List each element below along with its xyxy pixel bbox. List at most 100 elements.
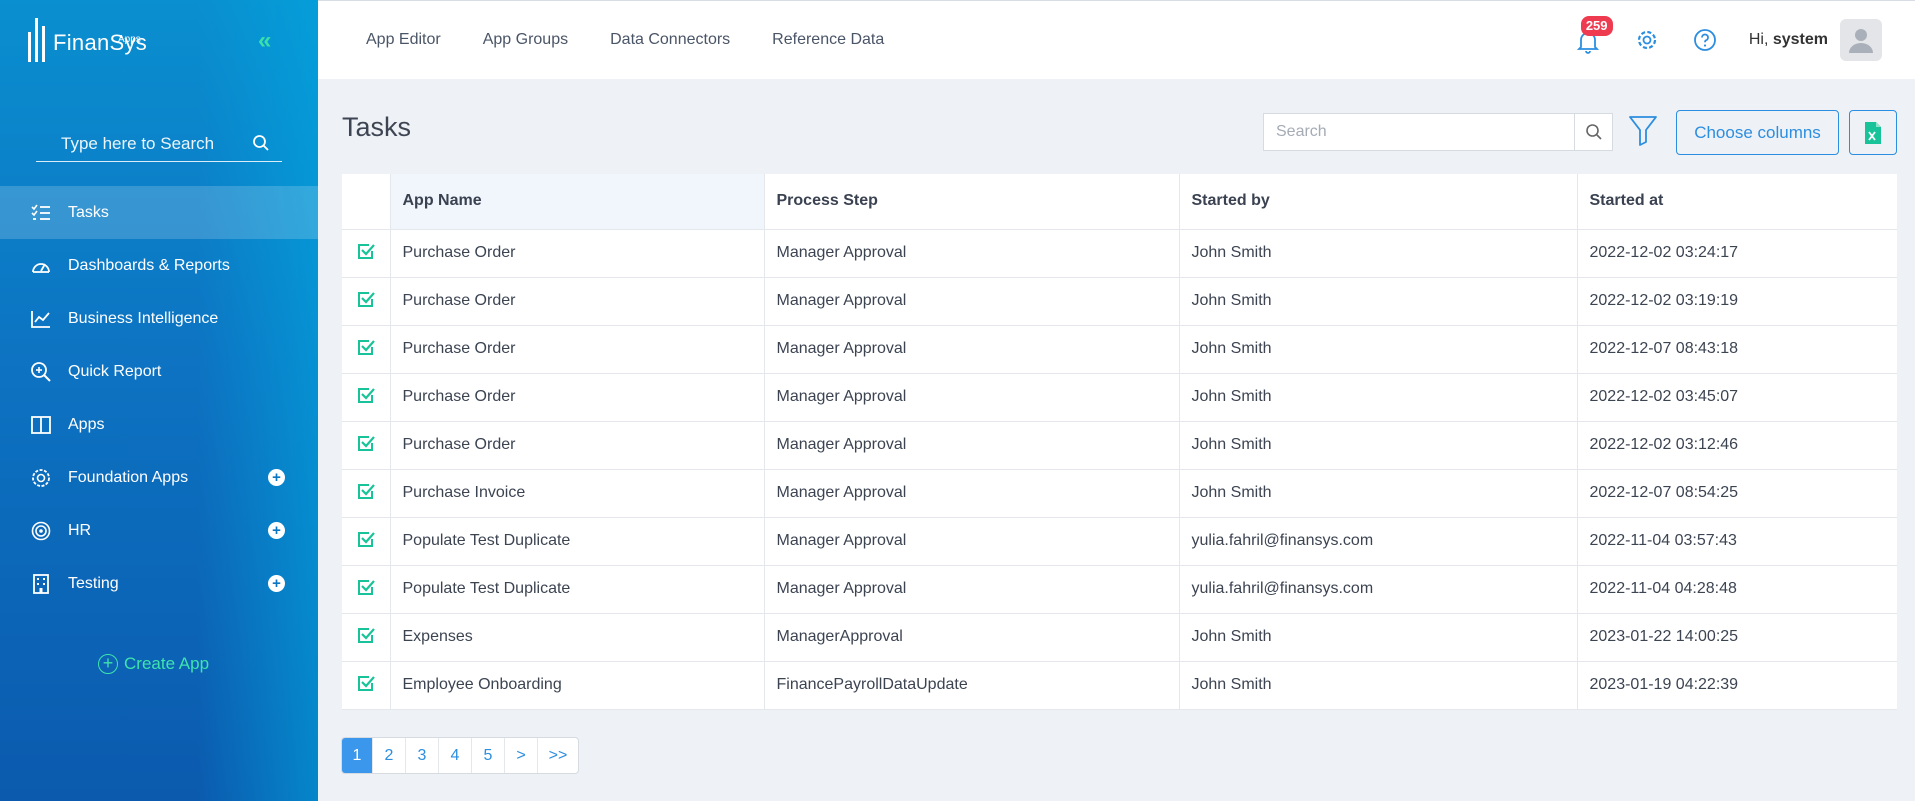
row-checkbox[interactable]	[342, 277, 391, 326]
row-checkbox[interactable]	[342, 469, 391, 518]
column-header-app-name[interactable]: App Name	[390, 174, 765, 230]
next-page-button[interactable]: >	[505, 738, 538, 773]
target-icon	[30, 520, 52, 542]
cell-started-by: John Smith	[1179, 421, 1578, 470]
export-excel-button[interactable]	[1849, 110, 1897, 155]
column-header-started-at[interactable]: Started at	[1577, 174, 1897, 230]
row-checkbox[interactable]	[342, 373, 391, 422]
table-row[interactable]: Purchase Order Manager Approval John Smith…	[342, 229, 1897, 278]
expand-plus-icon[interactable]: +	[268, 522, 285, 539]
sidebar-item-tasks[interactable]: Tasks	[0, 186, 318, 239]
row-checkbox[interactable]	[342, 325, 391, 374]
cell-process-step: Manager Approval	[764, 325, 1180, 374]
topnav-app-groups[interactable]: App Groups	[483, 31, 568, 49]
cell-process-step: Manager Approval	[764, 277, 1180, 326]
filter-icon	[1629, 116, 1657, 146]
row-checkbox[interactable]	[342, 661, 391, 710]
task-search	[1263, 113, 1613, 151]
table-header-row: App Name Process Step Started by Started…	[342, 174, 1897, 230]
create-app-label: Create App	[124, 654, 210, 673]
row-checkbox[interactable]	[342, 229, 391, 278]
task-check-icon	[357, 435, 375, 451]
settings-button[interactable]	[1633, 26, 1661, 54]
user-name: system	[1772, 31, 1828, 48]
cell-process-step: ManagerApproval	[764, 613, 1180, 662]
cell-process-step: Manager Approval	[764, 517, 1180, 566]
table-row[interactable]: Purchase Order Manager Approval John Smith…	[342, 277, 1897, 326]
help-icon	[1693, 29, 1716, 51]
cell-started-at: 2022-11-04 04:28:48	[1577, 565, 1897, 614]
expand-plus-icon[interactable]: +	[268, 469, 285, 486]
cell-app-name: Purchase Order	[390, 373, 765, 422]
avatar[interactable]	[1840, 19, 1882, 61]
table-row[interactable]: Purchase Order Manager Approval John Smith…	[342, 373, 1897, 422]
search-input[interactable]	[1264, 114, 1574, 150]
table-row[interactable]: Purchase Order Manager Approval John Smith…	[342, 325, 1897, 374]
sidebar-item-business-intelligence[interactable]: Business Intelligence	[0, 292, 318, 345]
page-title: Tasks	[342, 112, 412, 142]
row-checkbox[interactable]	[342, 613, 391, 662]
help-button[interactable]	[1691, 26, 1719, 54]
sidebar-item-apps[interactable]: Apps	[0, 398, 318, 451]
collapse-sidebar-icon[interactable]: «	[258, 27, 272, 55]
cell-process-step: FinancePayrollDataUpdate	[764, 661, 1180, 710]
cell-app-name: Purchase Order	[390, 421, 765, 470]
sidebar-item-dashboards[interactable]: Dashboards & Reports	[0, 239, 318, 292]
sidebar-search	[36, 126, 282, 162]
task-check-icon	[357, 483, 375, 499]
page-button-3[interactable]: 3	[406, 738, 439, 773]
sidebar-item-hr[interactable]: HR +	[0, 504, 318, 557]
sidebar-item-quick-report[interactable]: Quick Report	[0, 345, 318, 398]
top-bar: App Editor App Groups Data Connectors Re…	[318, 0, 1915, 79]
cell-process-step: Manager Approval	[764, 421, 1180, 470]
brand-logo: FinanSys	[28, 18, 147, 62]
row-checkbox[interactable]	[342, 517, 391, 566]
page-button-1[interactable]: 1	[342, 738, 373, 773]
create-app-button[interactable]: + Create App	[98, 654, 209, 674]
cell-app-name: Populate Test Duplicate	[390, 565, 765, 614]
topnav-reference-data[interactable]: Reference Data	[772, 31, 884, 49]
table-row[interactable]: Purchase Order Manager Approval John Smith…	[342, 421, 1897, 470]
column-header-process-step[interactable]: Process Step	[764, 174, 1180, 230]
last-page-button[interactable]: >>	[538, 738, 578, 773]
table-row[interactable]: Populate Test Duplicate Manager Approval y…	[342, 517, 1897, 566]
cell-started-at: 2022-12-07 08:43:18	[1577, 325, 1897, 374]
cell-started-by: John Smith	[1179, 229, 1578, 278]
choose-columns-button[interactable]: Choose columns	[1676, 110, 1839, 155]
row-checkbox[interactable]	[342, 565, 391, 614]
plus-circle-icon: +	[98, 654, 118, 674]
table-row[interactable]: Purchase Invoice Manager Approval John Smi…	[342, 469, 1897, 518]
table-row[interactable]: Employee Onboarding FinancePayrollDataUpd…	[342, 661, 1897, 710]
search-button[interactable]	[1574, 114, 1612, 150]
cell-app-name: Purchase Order	[390, 229, 765, 278]
cell-started-by: John Smith	[1179, 277, 1578, 326]
task-check-icon	[357, 531, 375, 547]
column-header-started-by[interactable]: Started by	[1179, 174, 1578, 230]
table-row[interactable]: Populate Test Duplicate Manager Approval y…	[342, 565, 1897, 614]
sidebar-search-input[interactable]	[36, 133, 236, 154]
gear-icon	[1637, 30, 1656, 50]
expand-plus-icon[interactable]: +	[268, 575, 285, 592]
tasks-table: App Name Process Step Started by Started…	[342, 174, 1897, 710]
filter-button[interactable]	[1628, 113, 1658, 149]
cell-started-by: John Smith	[1179, 325, 1578, 374]
cell-started-by: yulia.fahril@finansys.com	[1179, 517, 1578, 566]
task-check-icon	[357, 243, 375, 259]
topnav-data-connectors[interactable]: Data Connectors	[610, 31, 730, 49]
cell-app-name: Purchase Order	[390, 277, 765, 326]
page-button-2[interactable]: 2	[373, 738, 406, 773]
notifications-button[interactable]: 259	[1575, 16, 1613, 60]
columns-icon	[30, 414, 52, 436]
page-button-5[interactable]: 5	[472, 738, 505, 773]
page-button-4[interactable]: 4	[439, 738, 472, 773]
row-checkbox[interactable]	[342, 421, 391, 470]
sidebar-item-foundation-apps[interactable]: Foundation Apps +	[0, 451, 318, 504]
notification-badge: 259	[1580, 16, 1613, 36]
table-row[interactable]: Expenses ManagerApproval John Smith 2023-01…	[342, 613, 1897, 662]
topnav-app-editor[interactable]: App Editor	[366, 31, 441, 49]
cell-process-step: Manager Approval	[764, 469, 1180, 518]
search-icon[interactable]	[252, 134, 270, 157]
sidebar-item-testing[interactable]: Testing +	[0, 557, 318, 610]
sidebar-item-label: Quick Report	[68, 362, 162, 380]
sidebar-item-label: HR	[68, 521, 92, 539]
